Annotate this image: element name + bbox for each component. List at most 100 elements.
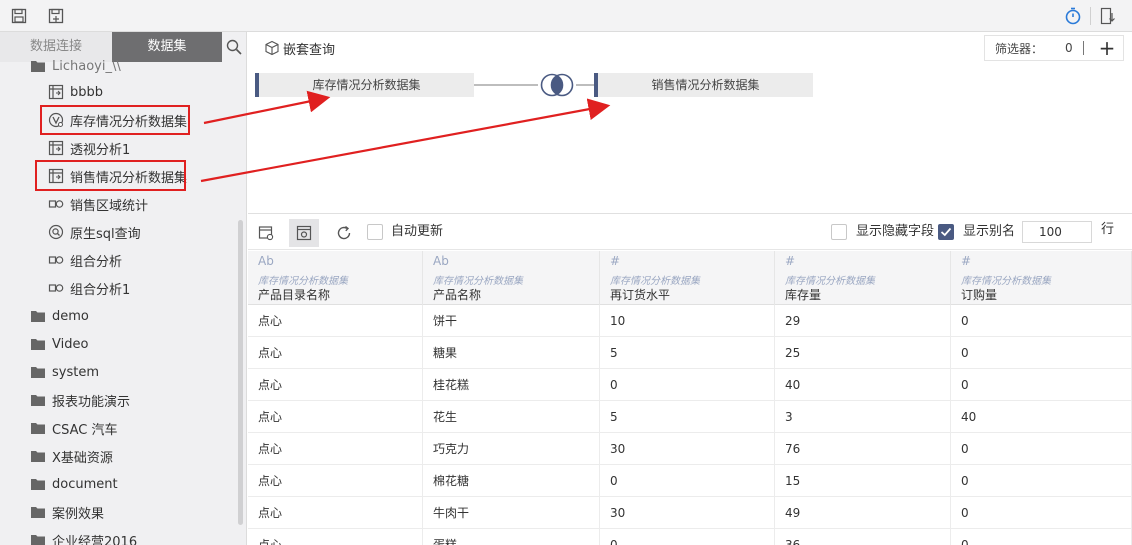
tree-item[interactable]: X基础资源	[30, 445, 113, 467]
folder-icon	[30, 420, 46, 436]
tree-item[interactable]: Video	[30, 333, 88, 355]
pivot-dataset-icon	[48, 140, 64, 156]
folder-icon	[30, 532, 46, 545]
column-type-icon: #	[610, 254, 621, 268]
app-window: 数据连接 数据集 Lichaoyi_\\ bbbb 库存情况分析数据集 透视分析1 销…	[0, 0, 1132, 545]
tree-item[interactable]: 案例效果	[30, 501, 104, 523]
column-source: 库存情况分析数据集	[961, 276, 1051, 287]
tree-item-label: 案例效果	[52, 506, 105, 522]
field-settings-icon[interactable]	[251, 219, 281, 247]
table-cell: 点心	[248, 337, 423, 369]
column-source: 库存情况分析数据集	[610, 276, 700, 287]
show-hidden-fields-label: 显示隐藏字段	[856, 224, 935, 239]
show-alias-checkbox[interactable]	[938, 224, 954, 240]
table-row: 点心 牛肉干 30 49 0	[248, 497, 1132, 529]
folder-icon	[30, 448, 46, 464]
column-type-icon: #	[961, 254, 972, 268]
tree-item[interactable]: 组合分析1	[48, 277, 130, 299]
sidebar-scrollbar[interactable]	[238, 220, 243, 525]
table-cell: 0	[600, 465, 775, 497]
column-header[interactable]: # 库存情况分析数据集 库存量	[775, 251, 951, 305]
search-icon[interactable]	[226, 39, 242, 55]
column-name: 库存量	[785, 288, 822, 302]
tree-item[interactable]: 透视分析1	[48, 137, 130, 159]
column-header[interactable]: # 库存情况分析数据集 订购量	[951, 251, 1132, 305]
refresh-icon[interactable]	[329, 219, 359, 247]
join-line-right	[576, 84, 594, 86]
filter-count: 0	[1065, 41, 1073, 55]
table-cell: 40	[951, 401, 1132, 433]
tree-item-label: bbbb	[70, 84, 104, 100]
add-filter-icon[interactable]: +	[1099, 38, 1116, 58]
tab-dataset[interactable]: 数据集	[112, 32, 222, 62]
column-header[interactable]: # 库存情况分析数据集 再订货水平	[600, 251, 775, 305]
column-header[interactable]: Ab 库存情况分析数据集 产品名称	[423, 251, 600, 305]
grid-header: Ab 库存情况分析数据集 产品目录名称 Ab 库存情况分析数据集 产品名称 # 库存情况分析数…	[248, 251, 1132, 305]
filter-box[interactable]: 筛选器： 0 +	[984, 35, 1124, 61]
table-cell: 30	[600, 497, 775, 529]
tree-item-label: 组合分析1	[70, 282, 131, 298]
highlight-box-sales	[35, 160, 186, 191]
data-toolbar: 自动更新 显示隐藏字段 显示别名 100 行	[248, 214, 1132, 250]
tree-item-label: system	[52, 364, 99, 380]
filter-label: 筛选器：	[995, 41, 1044, 56]
tree-item[interactable]: bbbb	[48, 81, 103, 103]
dataset-node-sales[interactable]: 销售情况分析数据集	[594, 73, 813, 97]
auto-update-checkbox[interactable]	[367, 224, 383, 240]
tree-item[interactable]: document	[30, 473, 118, 495]
tree-item-label: 组合分析	[70, 254, 123, 270]
combined-dataset-icon	[48, 280, 64, 296]
table-cell: 点心	[248, 305, 423, 337]
save-icon[interactable]	[10, 7, 28, 25]
tree-item[interactable]: 原生sql查询	[48, 221, 141, 243]
column-header[interactable]: Ab 库存情况分析数据集 产品目录名称	[248, 251, 423, 305]
rows-count-input[interactable]: 100	[1022, 221, 1092, 243]
column-name: 产品目录名称	[258, 288, 331, 302]
tree-item[interactable]: 报表功能演示	[30, 389, 130, 411]
join-line-left	[474, 84, 538, 86]
table-cell: 点心	[248, 401, 423, 433]
tree-item-label: X基础资源	[52, 450, 113, 466]
tree-item[interactable]: 销售区域统计	[48, 193, 148, 215]
column-name: 订购量	[961, 288, 998, 302]
table-cell: 花生	[423, 401, 600, 433]
preview-data-icon[interactable]	[289, 219, 319, 247]
table-cell: 蛋糕	[423, 529, 600, 545]
tree-item-partial[interactable]: Lichaoyi_\\	[30, 55, 121, 77]
column-source: 库存情况分析数据集	[785, 276, 875, 287]
column-source: 库存情况分析数据集	[433, 276, 523, 287]
table-cell: 饼干	[423, 305, 600, 337]
folder-icon	[30, 476, 46, 492]
table-cell: 棉花糖	[423, 465, 600, 497]
toolbar-divider	[1090, 7, 1091, 25]
table-cell: 40	[775, 369, 951, 401]
export-icon[interactable]	[1099, 7, 1117, 25]
table-cell: 29	[775, 305, 951, 337]
combined-dataset-icon	[48, 196, 64, 212]
table-cell: 0	[951, 465, 1132, 497]
folder-icon	[30, 364, 46, 380]
table-row: 点心 花生 5 3 40	[248, 401, 1132, 433]
folder-icon	[30, 58, 46, 74]
table-cell: 49	[775, 497, 951, 529]
tree-item[interactable]: CSAC 汽车	[30, 417, 117, 439]
nested-query-label: 嵌套查询	[283, 42, 336, 58]
column-source: 库存情况分析数据集	[258, 276, 348, 287]
table-cell: 点心	[248, 529, 423, 545]
tree-item[interactable]: demo	[30, 305, 89, 327]
column-type-icon: Ab	[258, 254, 274, 268]
show-hidden-fields-checkbox[interactable]	[831, 224, 847, 240]
timer-icon[interactable]	[1064, 7, 1082, 25]
dataset-node-inventory[interactable]: 库存情况分析数据集	[255, 73, 474, 97]
pivot-dataset-icon	[48, 84, 64, 100]
table-row: 点心 桂花糕 0 40 0	[248, 369, 1132, 401]
tree-item[interactable]: 组合分析	[48, 249, 122, 271]
tree-item[interactable]: system	[30, 361, 99, 383]
table-cell: 3	[775, 401, 951, 433]
table-row: 点心 糖果 5 25 0	[248, 337, 1132, 369]
nested-query-button[interactable]: 嵌套查询	[264, 39, 336, 58]
tree-item[interactable]: 企业经营2016	[30, 529, 137, 545]
save-as-icon[interactable]	[47, 7, 65, 25]
inner-join-icon[interactable]	[538, 72, 576, 98]
tree-item-label: 原生sql查询	[70, 226, 141, 242]
